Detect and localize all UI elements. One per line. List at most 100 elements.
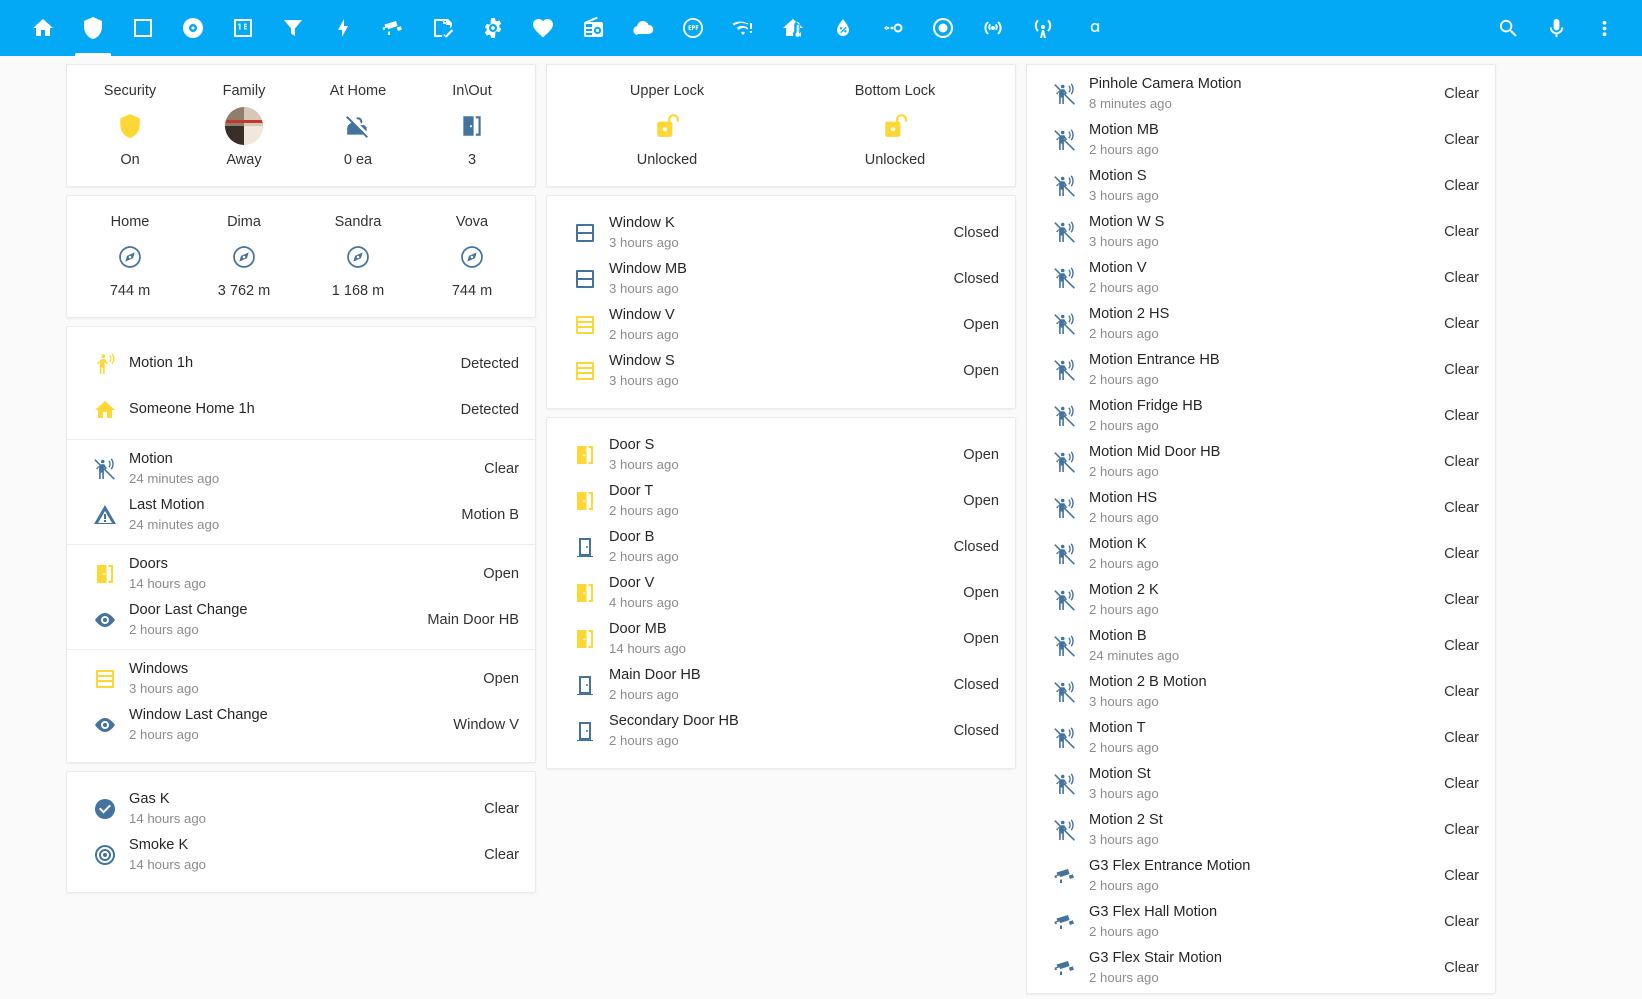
tab-rooms[interactable]: [118, 0, 168, 56]
tab-esphome[interactable]: [668, 0, 718, 56]
entity-row[interactable]: Motion 24 minutes ago Clear: [67, 446, 535, 492]
motion-sensor-off-icon: [1054, 543, 1075, 565]
entity-text: Motion W S 3 hours ago: [1087, 213, 1432, 251]
motion-sensor-icon: [83, 352, 127, 376]
tab-home-thermometer[interactable]: [768, 0, 818, 56]
distance-glance-item[interactable]: Sandra 1 168 m: [301, 214, 415, 301]
locks-glance-item[interactable]: Upper Lock Unlocked: [553, 83, 781, 170]
entity-row[interactable]: Motion S 3 hours ago Clear: [1027, 163, 1495, 209]
entity-row[interactable]: Smoke K 14 hours ago Clear: [67, 832, 535, 878]
entity-row[interactable]: G3 Flex Hall Motion 2 hours ago Clear: [1027, 899, 1495, 945]
microphone-icon[interactable]: [1532, 0, 1580, 56]
glance-state: On: [120, 152, 140, 169]
tab-home[interactable]: [18, 0, 68, 56]
tab-meters[interactable]: [218, 0, 268, 56]
tab-presence[interactable]: [918, 0, 968, 56]
entity-row[interactable]: Motion St 3 hours ago Clear: [1027, 761, 1495, 807]
entity-row[interactable]: Window S 3 hours ago Open: [547, 348, 1015, 394]
entity-row[interactable]: Window V 2 hours ago Open: [547, 302, 1015, 348]
entity-row[interactable]: Door MB 14 hours ago Open: [547, 616, 1015, 662]
distance-glance-item[interactable]: Vova 744 m: [415, 214, 529, 301]
entity-row[interactable]: Motion 2 St 3 hours ago Clear: [1027, 807, 1495, 853]
entity-state: Clear: [1444, 500, 1479, 516]
entity-row[interactable]: Window MB 3 hours ago Closed: [547, 256, 1015, 302]
entity-row[interactable]: Motion Mid Door HB 2 hours ago Clear: [1027, 439, 1495, 485]
entity-row[interactable]: Motion Entrance HB 2 hours ago Clear: [1027, 347, 1495, 393]
entity-row[interactable]: Windows 3 hours ago Open: [67, 656, 535, 702]
distance-glance-item[interactable]: Dima 3 762 m: [187, 214, 301, 301]
entity-row[interactable]: Motion B 24 minutes ago Clear: [1027, 623, 1495, 669]
motion-sensor-off-icon: [1043, 634, 1087, 658]
entity-row[interactable]: Doors 14 hours ago Open: [67, 551, 535, 597]
tab-switches[interactable]: [868, 0, 918, 56]
entity-row[interactable]: Last Motion 24 minutes ago Motion B: [67, 492, 535, 538]
tab-health[interactable]: [518, 0, 568, 56]
entity-row[interactable]: G3 Flex Entrance Motion 2 hours ago Clear: [1027, 853, 1495, 899]
entity-row[interactable]: Window K 3 hours ago Closed: [547, 210, 1015, 256]
entity-row[interactable]: Motion K 2 hours ago Clear: [1027, 531, 1495, 577]
entity-name: Door S: [609, 437, 655, 454]
entity-row[interactable]: Motion W S 3 hours ago Clear: [1027, 209, 1495, 255]
entity-row[interactable]: Pinhole Camera Motion 8 minutes ago Clear: [1027, 71, 1495, 117]
entity-row[interactable]: Motion MB 2 hours ago Clear: [1027, 117, 1495, 163]
search-icon[interactable]: [1484, 0, 1532, 56]
home-icon: [95, 400, 115, 418]
tab-settings[interactable]: [468, 0, 518, 56]
entity-row[interactable]: G3 Flex Stair Motion 2 hours ago Clear: [1027, 945, 1495, 991]
entity-text: Smoke K 14 hours ago: [127, 836, 472, 874]
entity-row[interactable]: Motion T 2 hours ago Clear: [1027, 715, 1495, 761]
tab-radio[interactable]: [568, 0, 618, 56]
tab-network[interactable]: [718, 0, 768, 56]
entity-row[interactable]: Gas K 14 hours ago Clear: [67, 786, 535, 832]
entity-name: Main Door HB: [609, 667, 701, 684]
status-glance-item[interactable]: At Home 0 ea: [301, 83, 415, 170]
entity-row[interactable]: Door T 2 hours ago Open: [547, 478, 1015, 524]
entity-row[interactable]: Motion HS 2 hours ago Clear: [1027, 485, 1495, 531]
tab-security[interactable]: [68, 0, 118, 56]
entity-name: G3 Flex Hall Motion: [1089, 904, 1218, 921]
entity-row[interactable]: Door B 2 hours ago Closed: [547, 524, 1015, 570]
entity-state: Clear: [1444, 408, 1479, 424]
entity-name: Someone Home 1h: [129, 400, 255, 417]
entity-row[interactable]: Motion 1h Detected: [67, 341, 535, 387]
entity-row[interactable]: Someone Home 1h Detected: [67, 387, 535, 433]
motion-sensor-off-icon: [1054, 635, 1075, 657]
entity-row[interactable]: Secondary Door HB 2 hours ago Closed: [547, 708, 1015, 754]
entity-row[interactable]: Window Last Change 2 hours ago Window V: [67, 702, 535, 748]
motion-sensor-off-icon: [1043, 496, 1087, 520]
entity-row[interactable]: Door S 3 hours ago Open: [547, 432, 1015, 478]
tab-cameras[interactable]: [368, 0, 418, 56]
entity-last-changed: 3 hours ago: [1089, 693, 1159, 709]
entity-row[interactable]: Motion V 2 hours ago Clear: [1027, 255, 1495, 301]
entity-state: Clear: [1444, 914, 1479, 930]
tab-humidity[interactable]: [818, 0, 868, 56]
toggle-switch-icon: [884, 23, 903, 33]
entity-row[interactable]: Door Last Change 2 hours ago Main Door HB: [67, 597, 535, 643]
dots-vertical-icon[interactable]: [1580, 0, 1628, 56]
tab-alpha[interactable]: [1068, 0, 1118, 56]
entity-last-changed: 2 hours ago: [609, 548, 679, 564]
status-glance-item[interactable]: Security On: [73, 83, 187, 170]
motion-entity-list: Pinhole Camera Motion 8 minutes ago Clear M…: [1027, 71, 1495, 991]
tab-broadcast[interactable]: [968, 0, 1018, 56]
distance-glance-item[interactable]: Home 744 m: [73, 214, 187, 301]
dashboard-tab-strip[interactable]: [0, 0, 1484, 56]
entity-row[interactable]: Main Door HB 2 hours ago Closed: [547, 662, 1015, 708]
entity-row[interactable]: Motion 2 K 2 hours ago Clear: [1027, 577, 1495, 623]
locks-glance-item[interactable]: Bottom Lock Unlocked: [781, 83, 1009, 170]
entity-row[interactable]: Motion 2 HS 2 hours ago Clear: [1027, 301, 1495, 347]
status-glance-item[interactable]: In\Out 3: [415, 83, 529, 170]
tab-climate-filter[interactable]: [268, 0, 318, 56]
tab-energy[interactable]: [318, 0, 368, 56]
status-glance-item[interactable]: Family Away: [187, 83, 301, 170]
tab-antenna[interactable]: [1018, 0, 1068, 56]
card-doors: Door S 3 hours ago Open Door T 2 hours ago Op…: [546, 416, 1016, 769]
entity-row[interactable]: Motion 2 B Motion 3 hours ago Clear: [1027, 669, 1495, 715]
entity-row[interactable]: Motion Fridge HB 2 hours ago Clear: [1027, 393, 1495, 439]
tab-weather[interactable]: [618, 0, 668, 56]
tab-notes[interactable]: [418, 0, 468, 56]
entity-row[interactable]: Door V 4 hours ago Open: [547, 570, 1015, 616]
window-open-icon: [576, 315, 594, 334]
tab-media[interactable]: [168, 0, 218, 56]
entity-last-changed: 2 hours ago: [609, 686, 679, 702]
